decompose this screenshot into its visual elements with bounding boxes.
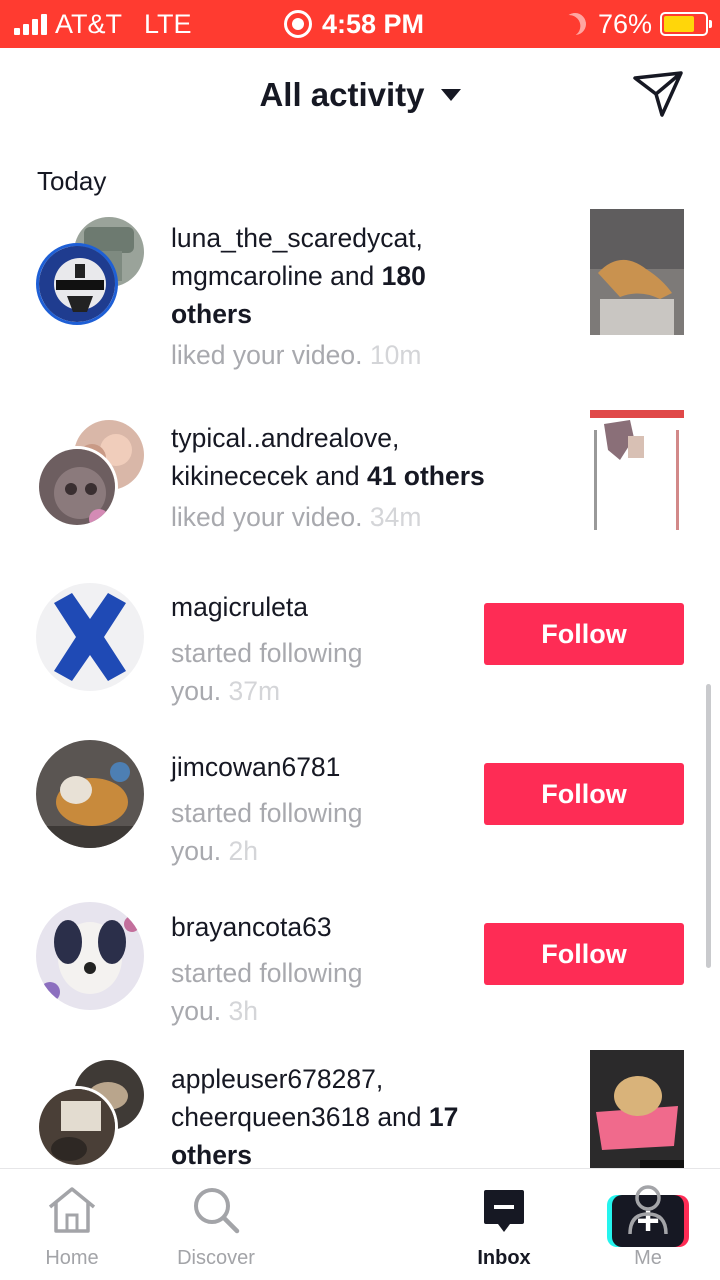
network-label: LTE (144, 8, 192, 39)
screen-record-icon (284, 10, 312, 38)
tab-discover[interactable]: Discover (144, 1169, 288, 1280)
video-thumbnail[interactable] (590, 410, 684, 536)
others-count: 41 others (366, 461, 485, 491)
avatar-front (36, 243, 118, 325)
status-bar: AT&T LTE 4:58 PM 76% (0, 0, 720, 48)
activity-text: typical..andrealove, kikinececek and 41 … (171, 419, 571, 536)
clock: 4:58 PM (322, 8, 425, 39)
others-count: 17 (428, 1102, 459, 1132)
username[interactable]: mgmcaroline (171, 261, 323, 291)
profile-icon (618, 1183, 678, 1237)
username[interactable]: jimcowan6781 (171, 752, 340, 782)
username[interactable]: brayancota63 (171, 912, 332, 942)
connector-text: and (377, 1102, 422, 1132)
activity-filter-dropdown[interactable]: All activity (259, 76, 461, 114)
stacked-avatars[interactable] (36, 420, 144, 528)
status-left: AT&T LTE (14, 0, 192, 48)
tab-inbox[interactable]: Inbox (432, 1169, 576, 1280)
tab-label: Me (634, 1247, 662, 1269)
timestamp: 37m (228, 676, 281, 706)
avatar-front (36, 1086, 118, 1168)
tab-label: Home (45, 1247, 99, 1269)
username[interactable]: luna_the_scaredycat, (171, 223, 423, 253)
activity-text: brayancota63 started following you. 3h (171, 908, 363, 1030)
tab-home[interactable]: Home (0, 1169, 144, 1280)
battery-fill (664, 16, 695, 32)
username[interactable]: appleuser678287, (171, 1064, 383, 1094)
inbox-icon (474, 1183, 534, 1237)
connector-text: and (330, 261, 375, 291)
header: All activity (0, 48, 720, 142)
video-thumbnail[interactable] (590, 1050, 684, 1168)
battery-icon (660, 12, 712, 36)
action-text: started following (171, 638, 363, 668)
tab-me[interactable]: Me (576, 1169, 720, 1280)
caret-down-icon (440, 89, 461, 101)
timestamp: 3h (228, 996, 258, 1026)
username[interactable]: cheerqueen3618 (171, 1102, 370, 1132)
signal-icon (14, 13, 47, 35)
action-text: liked your video. (171, 340, 363, 370)
stacked-avatars[interactable] (36, 217, 144, 325)
timestamp: 10m (369, 340, 422, 370)
timestamp: 2h (228, 836, 258, 866)
battery-percent: 76% (597, 8, 652, 39)
action-text: started following (171, 958, 363, 988)
activity-text: magicruleta started following you. 37m (171, 588, 363, 710)
tab-label: Discover (177, 1247, 255, 1269)
follow-button[interactable]: Follow (484, 923, 684, 985)
activity-text: jimcowan6781 started following you. 2h (171, 748, 363, 870)
activity-text: luna_the_scaredycat, mgmcaroline and 180… (171, 219, 571, 374)
others-label: others (171, 1140, 252, 1168)
tab-create[interactable]: + (288, 1169, 689, 1280)
home-icon (42, 1183, 102, 1237)
page-title: All activity (259, 76, 425, 113)
others-count: 180 (381, 261, 426, 291)
tab-label: Inbox (477, 1247, 531, 1269)
scrollbar[interactable] (706, 684, 711, 968)
avatar[interactable] (36, 902, 144, 1010)
action-text: liked your video. (171, 502, 363, 532)
bottom-tab-bar: Home Discover + Inbox Me (0, 1168, 720, 1280)
search-icon (186, 1183, 246, 1237)
connector-text: and (315, 461, 360, 491)
carrier-label: AT&T (55, 8, 122, 39)
follow-button[interactable]: Follow (484, 763, 684, 825)
follow-button[interactable]: Follow (484, 603, 684, 665)
timestamp: 34m (369, 502, 422, 532)
action-text: started following (171, 798, 363, 828)
section-today-label: Today (37, 166, 107, 196)
do-not-disturb-icon (561, 10, 589, 38)
status-center: 4:58 PM (284, 0, 424, 48)
stacked-avatars[interactable] (36, 1060, 144, 1168)
send-icon[interactable] (632, 70, 684, 118)
avatar-front (36, 446, 118, 528)
video-thumbnail[interactable] (590, 209, 684, 335)
status-right: 76% (561, 0, 712, 48)
activity-row-like-3[interactable]: appleuser678287, cheerqueen3618 and 17 o… (0, 1050, 720, 1168)
action-text: you. (171, 836, 222, 866)
username[interactable]: magicruleta (171, 592, 308, 622)
avatar[interactable] (36, 740, 144, 848)
username[interactable]: kikinececek (171, 461, 308, 491)
action-text: you. (171, 676, 222, 706)
avatar[interactable] (36, 583, 144, 691)
username[interactable]: typical..andrealove, (171, 423, 399, 453)
activity-text: appleuser678287, cheerqueen3618 and 17 o… (171, 1060, 571, 1168)
others-label: others (171, 299, 252, 329)
action-text: you. (171, 996, 222, 1026)
